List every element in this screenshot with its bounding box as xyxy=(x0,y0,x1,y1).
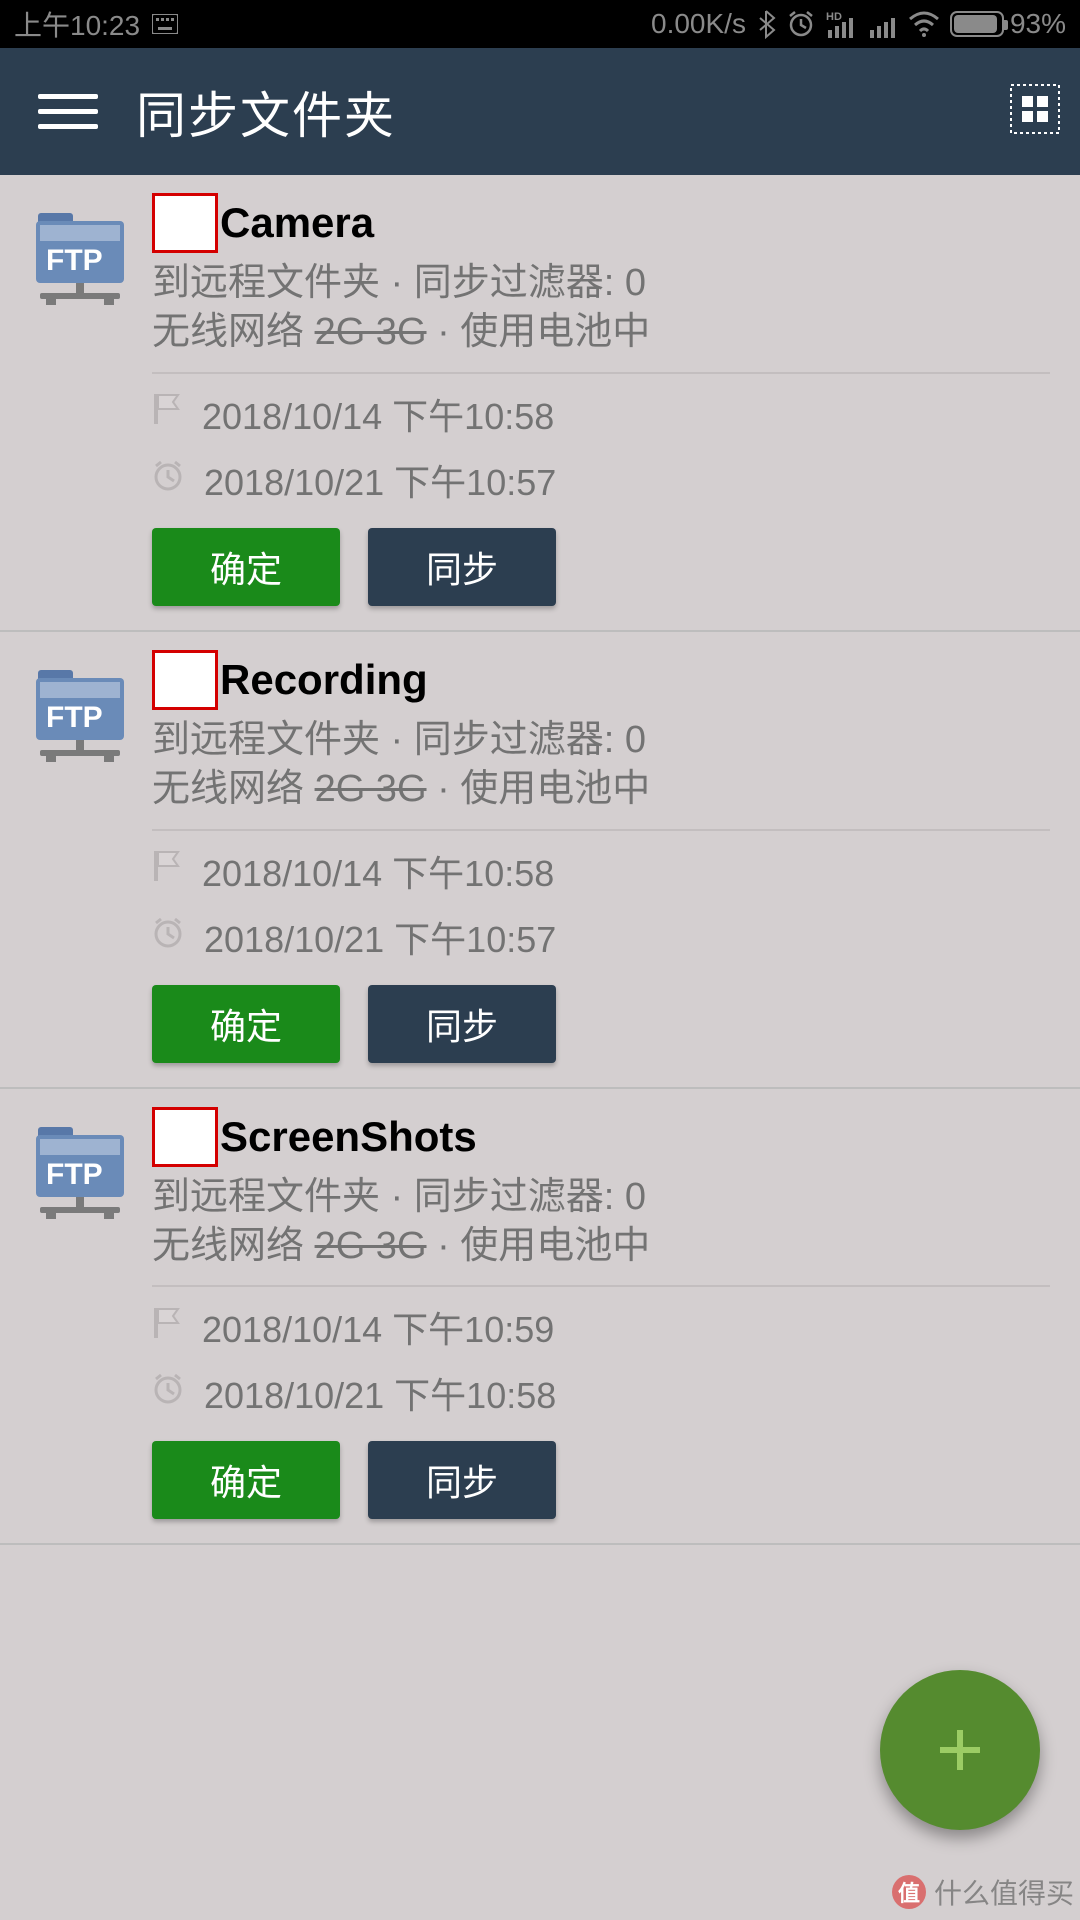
next-run-row: 2018/10/21 下午10:57 xyxy=(152,454,1062,506)
svg-text:FTP: FTP xyxy=(46,244,103,277)
add-fab-button[interactable] xyxy=(880,1670,1040,1830)
sync-folder-item[interactable]: FTP Camera 到远程文件夹 · 同步过滤器: 0 无线网络 2G 3G … xyxy=(0,175,1080,632)
signal-hd-icon: HD xyxy=(826,10,860,38)
sync-button[interactable]: 同步 xyxy=(368,1441,556,1519)
next-run-row: 2018/10/21 下午10:57 xyxy=(152,911,1062,963)
sync-folder-item[interactable]: FTP ScreenShots 到远程文件夹 · 同步过滤器: 0 无线网络 2… xyxy=(0,1089,1080,1546)
page-title: 同步文件夹 xyxy=(136,76,396,148)
flag-icon xyxy=(152,849,182,892)
svg-text:HD: HD xyxy=(826,11,842,23)
grid-view-button[interactable] xyxy=(1010,84,1060,139)
plus-icon xyxy=(930,1720,990,1780)
next-run-time: 2018/10/21 下午10:57 xyxy=(204,454,556,506)
redacted-box xyxy=(152,193,218,253)
sync-button[interactable]: 同步 xyxy=(368,528,556,606)
flag-icon xyxy=(152,1306,182,1349)
confirm-button[interactable]: 确定 xyxy=(152,985,340,1063)
folder-title: ScreenShots xyxy=(220,1113,477,1161)
divider xyxy=(152,829,1050,831)
next-run-time: 2018/10/21 下午10:57 xyxy=(204,911,556,963)
signal-icon xyxy=(870,10,898,38)
last-run-time: 2018/10/14 下午10:58 xyxy=(202,845,554,897)
ftp-folder-icon: FTP xyxy=(30,660,140,1087)
folder-description: 到远程文件夹 · 同步过滤器: 0 无线网络 2G 3G · 使用电池中 xyxy=(152,1173,1062,1272)
ftp-folder-icon: FTP xyxy=(30,203,140,630)
watermark-text: 什么值得买 xyxy=(934,1872,1074,1912)
folder-title: Recording xyxy=(220,656,428,704)
redacted-box xyxy=(152,1107,218,1167)
wifi-icon xyxy=(908,11,940,37)
watermark-badge: 值 xyxy=(892,1875,926,1909)
last-run-row: 2018/10/14 下午10:58 xyxy=(152,388,1062,440)
battery-fill xyxy=(954,15,997,33)
ftp-folder-icon: FTP xyxy=(30,1117,140,1544)
folder-title: Camera xyxy=(220,199,374,247)
svg-text:FTP: FTP xyxy=(46,1158,103,1191)
redacted-box xyxy=(152,650,218,710)
alarm-icon xyxy=(786,9,816,39)
divider xyxy=(152,372,1050,374)
alarm-icon xyxy=(152,1372,184,1414)
keyboard-icon xyxy=(152,14,178,34)
status-bar: 上午10:23 0.00K/s HD 93% xyxy=(0,0,1080,48)
last-run-row: 2018/10/14 下午10:59 xyxy=(152,1301,1062,1353)
flag-icon xyxy=(152,392,182,435)
battery-indicator: 93% xyxy=(950,8,1066,40)
sync-button[interactable]: 同步 xyxy=(368,985,556,1063)
battery-percent: 93% xyxy=(1010,8,1066,40)
next-run-row: 2018/10/21 下午10:58 xyxy=(152,1367,1062,1419)
last-run-time: 2018/10/14 下午10:58 xyxy=(202,388,554,440)
divider xyxy=(152,1285,1050,1287)
last-run-row: 2018/10/14 下午10:58 xyxy=(152,845,1062,897)
folder-description: 到远程文件夹 · 同步过滤器: 0 无线网络 2G 3G · 使用电池中 xyxy=(152,716,1062,815)
folder-description: 到远程文件夹 · 同步过滤器: 0 无线网络 2G 3G · 使用电池中 xyxy=(152,259,1062,358)
status-time: 上午10:23 xyxy=(14,4,140,44)
app-bar: 同步文件夹 xyxy=(0,48,1080,175)
alarm-icon xyxy=(152,459,184,501)
confirm-button[interactable]: 确定 xyxy=(152,528,340,606)
menu-button[interactable] xyxy=(38,82,98,142)
last-run-time: 2018/10/14 下午10:59 xyxy=(202,1301,554,1353)
bluetooth-icon xyxy=(756,9,776,39)
sync-folder-list: FTP Camera 到远程文件夹 · 同步过滤器: 0 无线网络 2G 3G … xyxy=(0,175,1080,1545)
next-run-time: 2018/10/21 下午10:58 xyxy=(204,1367,556,1419)
grid-icon xyxy=(1010,84,1060,134)
network-speed: 0.00K/s xyxy=(651,8,746,40)
hamburger-icon xyxy=(38,94,98,99)
alarm-icon xyxy=(152,916,184,958)
svg-text:FTP: FTP xyxy=(46,701,103,734)
confirm-button[interactable]: 确定 xyxy=(152,1441,340,1519)
sync-folder-item[interactable]: FTP Recording 到远程文件夹 · 同步过滤器: 0 无线网络 2G … xyxy=(0,632,1080,1089)
watermark: 值 什么值得买 xyxy=(892,1872,1074,1912)
